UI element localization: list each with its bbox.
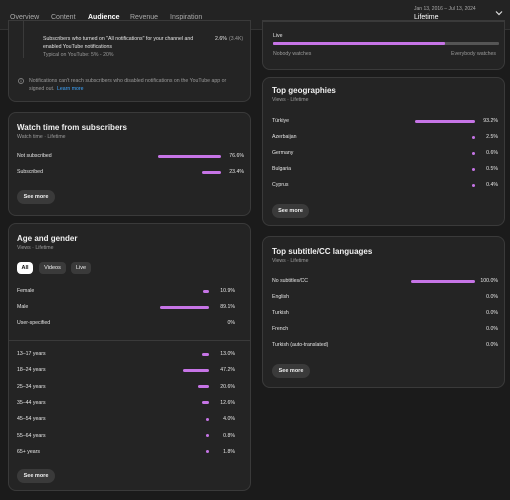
row-label: Not subscribed: [17, 153, 52, 159]
row-label: 13–17 years: [17, 351, 46, 357]
chip-live[interactable]: Live: [71, 262, 91, 274]
watch-time-subtitle: Watch time · Lifetime: [17, 134, 66, 140]
row-percent: 0.0%: [486, 294, 498, 300]
row-percent: 23.4%: [229, 169, 244, 175]
geographies-title: Top geographies: [272, 86, 336, 95]
row-percent: 0.0%: [486, 342, 498, 348]
row-percent: 13.0%: [220, 351, 235, 357]
row-percent: 0.0%: [486, 310, 498, 316]
see-more-button[interactable]: See more: [272, 204, 309, 218]
row-percent: 2.5%: [486, 134, 498, 140]
row-percent: 100.0%: [480, 278, 498, 284]
live-left-caption: Nobody watches: [273, 51, 312, 57]
age-gender-subtitle: Views · Lifetime: [17, 245, 54, 251]
row-label: Turkish (auto-translated): [272, 342, 329, 348]
row-percent: 0%: [227, 320, 236, 326]
row-percent: 12.6%: [220, 399, 235, 406]
row-label: 45–54 years: [17, 416, 46, 423]
live-right-caption: Everybody watches: [451, 51, 496, 57]
row-label: Subscribed: [17, 169, 43, 175]
live-top-line: [263, 21, 504, 22]
notif-info-text-2: signed out.: [29, 86, 55, 92]
row-label: 55–64 years: [17, 432, 46, 439]
row-percent: 10.9%: [220, 288, 235, 294]
geographies-card: Top geographies Views · Lifetime Türkiye…: [262, 77, 505, 226]
row-percent: 4.0%: [223, 416, 235, 423]
row-label: Türkiye: [272, 118, 290, 124]
see-more-button[interactable]: See more: [272, 364, 310, 378]
row-label: Germany: [272, 150, 294, 156]
notifications-card: Subscribers who turned on "All notificat…: [8, 20, 251, 102]
row-label: No subtitles/CC: [272, 278, 309, 284]
subtitles-card: Top subtitle/CC languages Views · Lifeti…: [262, 236, 505, 388]
row-percent: 0.0%: [486, 326, 498, 332]
row-percent: 0.6%: [486, 150, 498, 156]
subtitles-subtitle: Views · Lifetime: [272, 258, 309, 264]
see-more-button[interactable]: See more: [17, 469, 55, 483]
watch-time-card: Watch time from subscribers Watch time ·…: [8, 112, 251, 216]
age-gender-card: Age and gender Views · Lifetime All Vide…: [8, 223, 251, 491]
row-label: Cyprus: [272, 182, 289, 188]
row-label: Turkish: [272, 310, 289, 316]
notif-row-text-2: enabled YouTube notifications: [43, 44, 113, 50]
age-divider: [9, 340, 250, 341]
row-percent: 1.8%: [223, 448, 235, 455]
row-label: English: [272, 294, 290, 300]
row-percent: 47.2%: [220, 367, 235, 374]
notif-row-value: 2.6%: [215, 36, 227, 42]
value-bar: [158, 154, 221, 158]
geographies-subtitle: Views · Lifetime: [272, 97, 309, 103]
chip-videos[interactable]: Videos: [39, 262, 66, 274]
value-bar: [411, 279, 475, 283]
row-percent: 89.1%: [220, 304, 235, 310]
row-percent: 93.2%: [483, 118, 498, 124]
row-percent: 0.8%: [223, 432, 235, 439]
row-label: French: [272, 326, 289, 332]
chip-all[interactable]: All: [17, 262, 33, 274]
learn-more-link[interactable]: Learn more: [57, 86, 84, 92]
row-percent: 0.4%: [486, 182, 498, 188]
info-icon: [18, 78, 24, 84]
row-label: Azerbaijan: [272, 134, 297, 140]
row-label: 35–44 years: [17, 399, 46, 406]
row-percent: 76.6%: [229, 153, 244, 159]
row-label: 25–34 years: [17, 383, 46, 390]
value-bar: [415, 119, 475, 123]
notif-info-text-1: Notifications can't reach subscribers wh…: [29, 78, 227, 84]
see-more-button[interactable]: See more: [17, 190, 55, 204]
row-percent: 20.6%: [220, 383, 235, 390]
live-card: Live Nobody watches Everybody watches: [262, 20, 505, 70]
chevron-down-icon: [495, 11, 503, 16]
notif-typical: Typical on YouTube: 5% - 20%: [43, 52, 114, 58]
subtitles-title: Top subtitle/CC languages: [272, 247, 373, 256]
live-fill-bar: [273, 42, 445, 45]
indent-line: [23, 21, 24, 58]
row-label: Male: [17, 304, 29, 310]
row-percent: 0.5%: [486, 166, 498, 172]
row-label: Female: [17, 288, 35, 294]
notif-row-count: (3.4K): [229, 36, 244, 42]
age-gender-title: Age and gender: [17, 234, 78, 243]
value-bar: [159, 305, 209, 309]
row-label: User-specified: [17, 320, 51, 326]
notif-row-text-1: Subscribers who turned on "All notificat…: [43, 36, 194, 42]
row-label: 65+ years: [17, 448, 40, 455]
row-label: Bulgaria: [272, 166, 292, 172]
date-range-text: Jan 13, 2016 – Jul 13, 2024: [414, 6, 476, 12]
watch-time-title: Watch time from subscribers: [17, 123, 127, 132]
row-label: 18–24 years: [17, 367, 46, 374]
live-label: Live: [273, 33, 283, 39]
